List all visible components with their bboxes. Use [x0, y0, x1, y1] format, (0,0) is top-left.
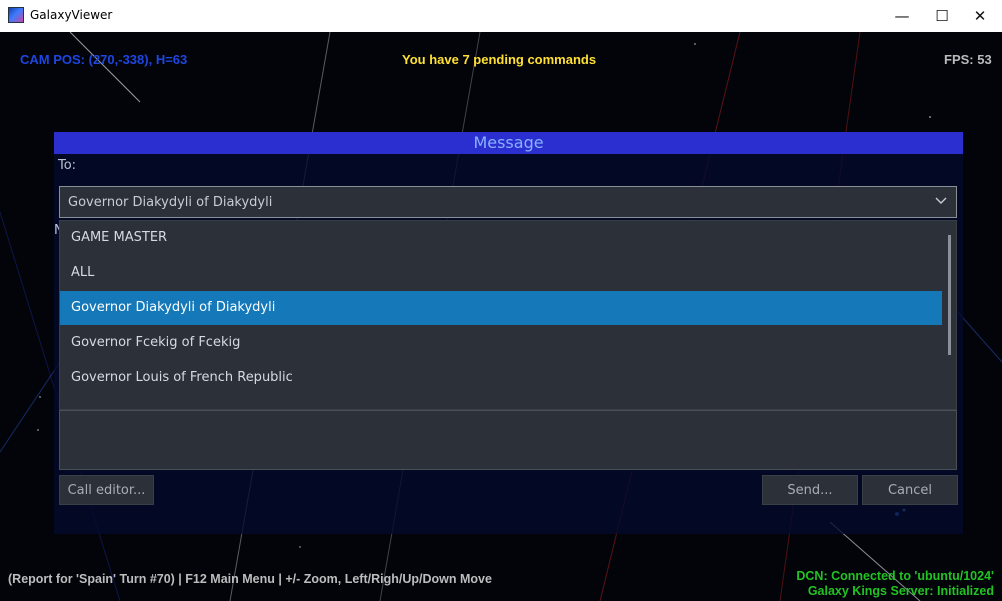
server-status: Galaxy Kings Server: Initialized [807, 584, 994, 598]
chevron-down-icon [935, 197, 947, 204]
recipient-option-all[interactable]: ALL [60, 256, 942, 290]
minimize-button[interactable]: — [880, 0, 924, 32]
connection-status: DCN: Connected to 'ubuntu/1024' [796, 569, 994, 583]
to-label: To: [58, 158, 77, 173]
dropdown-scrollbar[interactable] [948, 235, 951, 355]
title-bar: GalaxyViewer — ☐ ✕ [0, 0, 1002, 33]
call-editor-button[interactable]: Call editor... [59, 475, 154, 505]
galaxy-app-icon [8, 7, 24, 23]
recipient-option-game-master[interactable]: GAME MASTER [60, 221, 942, 255]
recipient-option-diakydyli[interactable]: Governor Diakydyli of Diakydyli [60, 291, 942, 325]
camera-position-readout: CAM POS: (270,-338), H=63 [20, 52, 188, 67]
close-button[interactable]: ✕ [958, 0, 1002, 32]
window-title: GalaxyViewer [30, 8, 113, 22]
send-button[interactable]: Send... [762, 475, 858, 505]
recipient-select[interactable]: Governor Diakydyli of Diakydyli [59, 186, 957, 218]
pending-commands-notice: You have 7 pending commands [402, 52, 597, 67]
cancel-button[interactable]: Cancel [862, 475, 958, 505]
recipient-option-louis[interactable]: Governor Louis of French Republic [60, 361, 942, 395]
message-body-area[interactable] [59, 410, 957, 470]
recipient-selected-value: Governor Diakydyli of Diakydyli [68, 195, 273, 210]
message-dialog: Message To: N Governor Diakydyli of Diak… [54, 132, 963, 534]
recipient-dropdown-list[interactable]: GAME MASTER ALL Governor Diakydyli of Di… [59, 220, 957, 410]
dialog-title: Message [54, 132, 963, 154]
recipient-option-fcekig[interactable]: Governor Fcekig of Fcekig [60, 326, 942, 360]
galaxy-viewport[interactable]: CAM POS: (270,-338), H=63 You have 7 pen… [0, 32, 1002, 601]
fps-counter: FPS: 53 [944, 52, 992, 67]
report-status-line: (Report for 'Spain' Turn #70) | F12 Main… [8, 572, 492, 586]
